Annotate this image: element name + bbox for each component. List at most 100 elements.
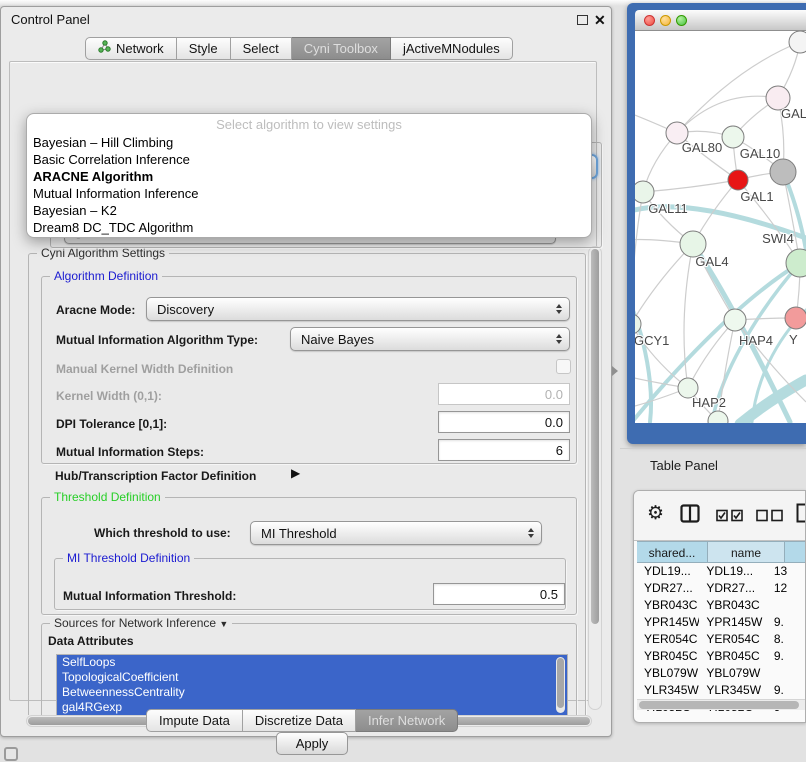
algorithm-option[interactable]: Bayesian – Hill Climbing: [27, 134, 591, 151]
network-node-hap4[interactable]: [724, 309, 746, 331]
tab-select[interactable]: Select: [231, 37, 292, 60]
algorithm-option[interactable]: Basic Correlation Inference: [27, 151, 591, 168]
algorithm-option[interactable]: Bayesian – K2: [27, 202, 591, 219]
table-cell: 8.: [767, 631, 806, 648]
control-panel-titlebar: Control Panel ✕: [1, 7, 611, 33]
column-header-2[interactable]: name: [708, 541, 785, 563]
algorithm-option[interactable]: ARACNE Algorithm: [27, 168, 591, 185]
kernel-width-label: Kernel Width (0,1):: [56, 389, 162, 403]
network-canvas[interactable]: GALGAL80GAL10GAL1GAL11SWI4GAL4GCY1HAP4YH…: [635, 31, 806, 423]
network-node-gal11[interactable]: [635, 181, 654, 203]
screen: Control Panel ✕ Network Style Select Cyni T…: [0, 0, 806, 762]
algorithm-definition-title: Algorithm Definition: [50, 269, 162, 283]
aracne-mode-combo[interactable]: Discovery: [146, 297, 570, 321]
table-row[interactable]: YDR27...YDR27...12: [637, 580, 806, 597]
attribute-list-scrollbar[interactable]: [556, 657, 565, 713]
which-threshold-combo[interactable]: MI Threshold: [250, 521, 542, 545]
table-cell: YBR043C: [699, 597, 767, 614]
document-icon[interactable]: [796, 503, 806, 523]
manual-kernel-width-checkbox[interactable]: [556, 359, 571, 374]
data-attributes-label: Data Attributes: [48, 634, 134, 648]
network-edge: [684, 244, 693, 388]
tab-network[interactable]: Network: [85, 37, 177, 60]
table-row[interactable]: YBL079WYBL079W: [637, 665, 806, 682]
tab-impute-data[interactable]: Impute Data: [146, 709, 243, 732]
tab-jactivemnodules[interactable]: jActiveMNodules: [391, 37, 513, 60]
table-row[interactable]: YDL19...YDL19...13: [637, 563, 806, 580]
mi-threshold-field[interactable]: 0.5: [433, 583, 565, 605]
mi-steps-label: Mutual Information Steps:: [56, 445, 204, 459]
column-header-1[interactable]: shared...: [637, 541, 708, 563]
which-threshold-label: Which threshold to use:: [94, 526, 231, 540]
table-cell: YBL079W: [637, 665, 699, 682]
network-node-gal1[interactable]: [728, 170, 748, 190]
mi-threshold-definition-group: MI Threshold Definition Mutual Informati…: [54, 558, 566, 610]
cyni-algorithm-settings-group: Cyni Algorithm Settings Algorithm Defini…: [28, 253, 586, 715]
tab-label: Select: [243, 38, 279, 59]
mi-steps-field[interactable]: 6: [438, 439, 570, 461]
close-traffic-light-icon[interactable]: [644, 15, 655, 26]
control-panel-title: Control Panel: [11, 7, 90, 33]
manual-kernel-width-label: Manual Kernel Width Definition: [56, 362, 233, 376]
zoom-traffic-light-icon[interactable]: [676, 15, 687, 26]
mi-threshold-definition-title: MI Threshold Definition: [63, 551, 194, 565]
network-canvas-svg: GALGAL80GAL10GAL1GAL11SWI4GAL4GCY1HAP4YH…: [635, 31, 806, 423]
close-icon[interactable]: ✕: [594, 11, 606, 29]
minimize-traffic-light-icon[interactable]: [660, 15, 671, 26]
network-node-label: GAL4: [695, 254, 728, 269]
kernel-width-field[interactable]: 0.0: [438, 383, 570, 405]
apply-button[interactable]: Apply: [276, 732, 348, 755]
data-attributes-list[interactable]: SelfLoopsTopologicalCoefficientBetweenne…: [56, 654, 568, 715]
table-cell: [767, 597, 806, 614]
columns-icon[interactable]: [680, 504, 700, 523]
table-cell: 9.: [767, 614, 806, 631]
tab-label: Style: [189, 38, 218, 59]
tab-label: Infer Network: [368, 710, 445, 731]
dock-window-icon[interactable]: [4, 747, 18, 761]
tab-label: Cyni Toolbox: [304, 38, 378, 59]
network-node-label: GAL10: [740, 146, 780, 161]
network-node-label: GAL11: [648, 201, 688, 216]
gear-icon[interactable]: ⚙: [647, 504, 664, 523]
data-attribute-item[interactable]: BetweennessCentrality: [57, 685, 567, 700]
algorithm-option[interactable]: Dream8 DC_TDC Algorithm: [27, 219, 591, 236]
aracne-mode-label: Aracne Mode:: [56, 303, 135, 317]
mi-algorithm-type-combo[interactable]: Naive Bayes: [290, 327, 570, 351]
network-node-swi4[interactable]: [786, 249, 806, 277]
table-row[interactable]: YER054CYER054C8.: [637, 631, 806, 648]
network-node-node-top[interactable]: [789, 31, 806, 53]
data-attribute-item[interactable]: SelfLoops: [57, 655, 567, 670]
network-node-salmon-node[interactable]: [785, 307, 806, 329]
network-window-titlebar[interactable]: [635, 10, 806, 31]
table-horizontal-scrollbar[interactable]: [637, 699, 806, 710]
table-row[interactable]: YPR145WYPR145W9.: [637, 614, 806, 631]
mi-algorithm-type-label: Mutual Information Algorithm Type:: [56, 333, 258, 347]
dpi-tolerance-field[interactable]: 0.0: [438, 411, 570, 433]
tab-style[interactable]: Style: [177, 37, 231, 60]
mi-threshold-label: Mutual Information Threshold:: [63, 589, 236, 603]
table-row[interactable]: YBR043CYBR043C: [637, 597, 806, 614]
algorithm-popup-items: Bayesian – Hill ClimbingBasic Correlatio…: [27, 134, 591, 236]
tab-cyni-toolbox[interactable]: Cyni Toolbox: [292, 37, 391, 60]
cyni-toolbox-panel: galFiltered.sif default node Select algo…: [9, 61, 597, 701]
table-cell: 9.: [767, 648, 806, 665]
table-row[interactable]: YBR045CYBR045C9.: [637, 648, 806, 665]
algorithm-option[interactable]: Mutual Information Inference: [27, 185, 591, 202]
column-header-3[interactable]: A: [785, 541, 806, 563]
tab-infer-network[interactable]: Infer Network: [356, 709, 458, 732]
sources-collapse-arrow-icon[interactable]: ▼: [219, 619, 228, 629]
float-window-icon[interactable]: [577, 15, 588, 25]
tab-discretize-data[interactable]: Discretize Data: [243, 709, 356, 732]
deselect-all-icon[interactable]: [756, 509, 784, 522]
table-cell: [767, 665, 806, 682]
settings-vertical-scrollbar[interactable]: [588, 246, 602, 710]
hub-expand-arrow-icon[interactable]: ▶: [291, 466, 300, 480]
network-node-label: GAL80: [682, 140, 722, 155]
split-divider-arrow-icon[interactable]: [612, 366, 618, 376]
network-node-gal10[interactable]: [722, 126, 744, 148]
network-node-gray-node[interactable]: [770, 159, 796, 185]
select-all-checks-icon[interactable]: [716, 509, 744, 522]
network-node-node-bottom[interactable]: [708, 411, 728, 423]
data-attribute-item[interactable]: TopologicalCoefficient: [57, 670, 567, 685]
table-row[interactable]: YLR345WYLR345W9.: [637, 682, 806, 699]
